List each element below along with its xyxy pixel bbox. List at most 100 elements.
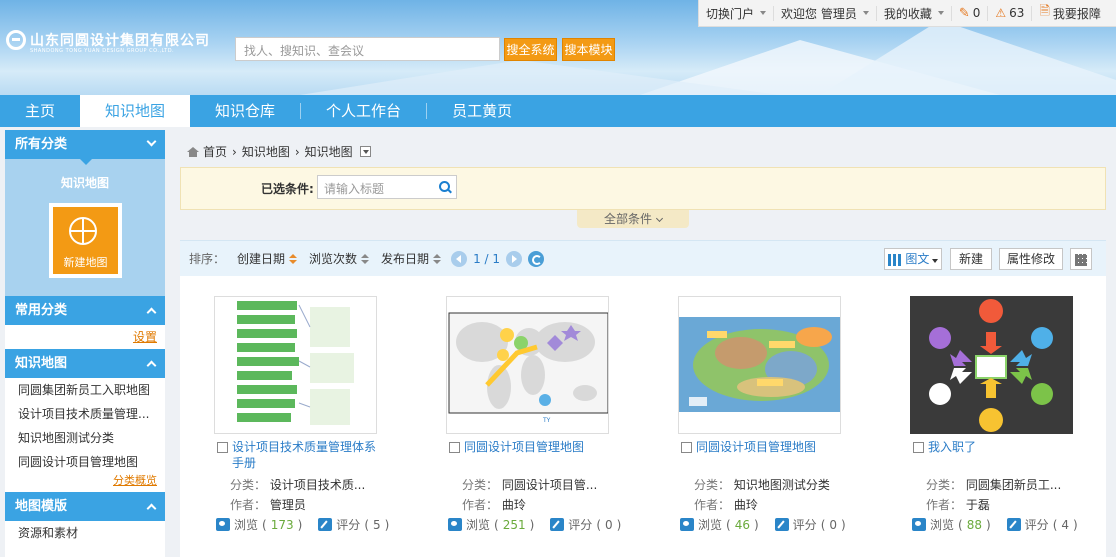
report-issue-link[interactable]: 🗎 我要报障	[1032, 4, 1107, 21]
edit-icon: ✎	[958, 5, 970, 21]
company-name: 山东同圆设计集团有限公司	[30, 33, 210, 49]
sidebar-item[interactable]: 资源和素材	[5, 521, 165, 545]
title-filter-input[interactable]: 请输入标题	[317, 175, 457, 199]
card-checkbox[interactable]	[913, 442, 924, 453]
edit-icon[interactable]	[550, 518, 565, 531]
search-module-button[interactable]: 搜本模块	[562, 38, 615, 61]
mountain-decoration	[300, 60, 780, 95]
new-map-button[interactable]: 新建地图	[49, 203, 122, 278]
search-icon[interactable]	[439, 181, 451, 193]
card-title[interactable]: 同圆设计项目管理地图	[696, 439, 846, 455]
sort-arrows-icon	[361, 253, 370, 264]
sidebar-item[interactable]: 知识地图测试分类	[5, 426, 165, 450]
dropdown-icon[interactable]	[359, 146, 371, 157]
user-menu[interactable]: 欢迎您 管理员	[774, 5, 877, 21]
map-thumbnail[interactable]	[214, 296, 377, 434]
map-card: 同圆设计项目管理地图 分类： 知识地图测试分类 作者： 曲玲 浏览(46) 评分…	[644, 296, 854, 556]
sidebar-item[interactable]: 同圆设计项目管理地图	[5, 450, 165, 474]
mindmap-thumbnail	[910, 296, 1073, 434]
new-button[interactable]: 新建	[950, 248, 992, 270]
map-card: 设计项目技术质量管理体系手册 分类： 设计项目技术质... 作者： 管理员 浏览…	[180, 296, 390, 556]
chevron-up-icon	[146, 503, 157, 514]
map-thumbnail[interactable]	[910, 296, 1073, 434]
edit-icon[interactable]	[1006, 518, 1021, 531]
switch-portal-menu[interactable]: 切换门户	[699, 5, 775, 21]
map-thumbnail[interactable]: TY	[446, 296, 609, 434]
alert-indicator[interactable]: ⚠ 63	[988, 5, 1033, 21]
tab-employee-directory[interactable]: 员工黄页	[427, 95, 537, 127]
card-title[interactable]: 同圆设计项目管理地图	[464, 439, 614, 455]
company-logo: 山东同圆设计集团有限公司 SHANDONG TONG YUAN DESIGN G…	[6, 30, 210, 54]
view-mode-select[interactable]: 图文	[884, 248, 942, 270]
card-title[interactable]: 设计项目技术质量管理体系手册	[232, 439, 382, 471]
edit-icon[interactable]	[774, 518, 789, 531]
breadcrumb-current: 知识地图	[304, 145, 353, 159]
sidebar-item[interactable]: 同圆集团新员工入职地图	[5, 378, 165, 402]
page-indicator: 1 / 1	[473, 251, 501, 266]
chevron-up-icon	[146, 360, 157, 371]
knowledge-map-panel: 知识地图 新建地图	[5, 158, 165, 296]
chat-bubble-icon	[912, 518, 926, 531]
sort-toolbar: 排序： 创建日期 浏览次数 发布日期 1 / 1 图文 新建 属性修改	[180, 240, 1106, 276]
mountain-decoration	[820, 20, 1116, 95]
sidebar-all-categories[interactable]: 所有分类	[5, 130, 165, 159]
breadcrumb-home[interactable]: 首页	[203, 143, 227, 160]
card-stats: 浏览(46) 评分(0)	[680, 516, 846, 533]
card-stats: 浏览(251) 评分(0)	[448, 516, 621, 533]
card-stats: 浏览(88) 评分(4)	[912, 516, 1078, 533]
main-nav: 主页 知识地图 知识仓库 个人工作台 员工黄页	[0, 95, 1116, 127]
card-author: 作者： 曲玲	[694, 498, 758, 512]
sidebar-template-section[interactable]: 地图模版	[5, 492, 165, 521]
home-icon	[187, 146, 199, 157]
settings-link[interactable]: 设置	[5, 325, 165, 349]
sort-view-count[interactable]: 浏览次数	[309, 250, 370, 267]
sidebar-common-categories[interactable]: 常用分类	[5, 296, 165, 325]
edit-properties-button[interactable]: 属性修改	[999, 248, 1063, 270]
card-checkbox[interactable]	[449, 442, 460, 453]
favorites-menu[interactable]: 我的收藏	[877, 5, 952, 21]
prev-page-icon[interactable]	[451, 250, 468, 267]
column-settings-button[interactable]	[1070, 248, 1092, 270]
sort-label: 排序：	[189, 252, 226, 266]
map-card: 我入职了 分类： 同圆集团新员工... 作者： 于磊 浏览(88) 评分(4)	[876, 296, 1086, 556]
tab-personal-workbench[interactable]: 个人工作台	[301, 95, 426, 127]
chevron-down-icon	[937, 11, 944, 15]
chevron-down-icon	[655, 214, 664, 223]
breadcrumb-separator: ›	[232, 144, 237, 159]
todo-indicator[interactable]: ✎ 0	[952, 5, 989, 21]
sidebar-kmap-section[interactable]: 知识地图	[5, 349, 165, 378]
search-all-button[interactable]: 搜全系统	[504, 38, 557, 61]
card-category: 分类： 同圆设计项目管...	[462, 478, 598, 492]
category-overview-link[interactable]: 分类概览	[5, 474, 165, 488]
next-page-icon[interactable]	[506, 250, 523, 267]
sort-publish-date[interactable]: 发布日期	[381, 250, 442, 267]
tab-home[interactable]: 主页	[0, 95, 80, 127]
card-checkbox[interactable]	[681, 442, 692, 453]
tab-knowledge-map[interactable]: 知识地图	[80, 95, 191, 127]
card-checkbox[interactable]	[217, 442, 228, 453]
tab-knowledge-repo[interactable]: 知识仓库	[190, 95, 300, 127]
warning-icon: ⚠	[995, 6, 1007, 20]
sidebar: 所有分类 知识地图 新建地图 常用分类 设置 知识地图 同圆集团新员工入职地图 …	[5, 130, 165, 557]
map-card: TY 同圆设计项目管理地图 分类： 同圆设计项目管... 作者： 曲玲 浏览(2…	[412, 296, 622, 556]
all-conditions-toggle[interactable]: 全部条件	[577, 210, 689, 228]
filter-panel: 已选条件: 请输入标题	[180, 167, 1106, 210]
card-title[interactable]: 我入职了	[928, 439, 1078, 455]
chevron-down-icon	[862, 11, 869, 15]
refresh-icon[interactable]	[528, 250, 545, 267]
breadcrumb-kmap[interactable]: 知识地图	[242, 143, 290, 160]
map-thumbnail[interactable]	[678, 296, 841, 434]
card-category: 分类： 同圆集团新员工...	[926, 478, 1062, 492]
card-author: 作者： 曲玲	[462, 498, 526, 512]
global-search-input[interactable]: 找人、搜知识、查会议	[235, 37, 500, 61]
top-toolbar: 切换门户 欢迎您 管理员 我的收藏 ✎ 0 ⚠ 63 🗎 我要报障	[698, 0, 1116, 27]
chevron-down-icon	[932, 259, 939, 263]
chevron-down-icon	[760, 11, 767, 15]
sort-created-date[interactable]: 创建日期	[237, 250, 298, 267]
logo-icon	[6, 30, 26, 50]
sort-arrows-icon	[289, 253, 298, 264]
edit-icon[interactable]	[318, 518, 333, 531]
sidebar-item[interactable]: 设计项目技术质量管理...	[5, 402, 165, 426]
chat-bubble-icon	[448, 518, 462, 531]
island-map-thumbnail	[679, 297, 840, 433]
